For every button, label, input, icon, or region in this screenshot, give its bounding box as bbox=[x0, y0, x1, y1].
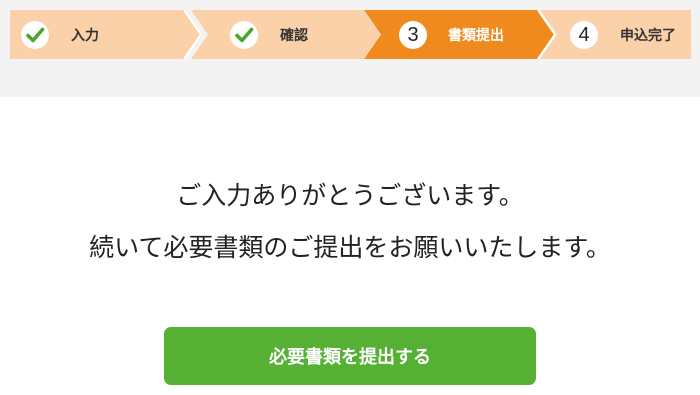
request-line: 続いて必要書類のご提出をお願いいたします。 bbox=[89, 233, 611, 262]
step-label: 申込完了 bbox=[620, 27, 676, 44]
progress-stepper: 入力 確認 3 書類提出 4 申込完了 bbox=[10, 10, 691, 59]
step-document-submission: 3 書類提出 bbox=[364, 10, 555, 59]
step-label: 書類提出 bbox=[448, 27, 504, 44]
step-number-circle: 4 bbox=[570, 20, 598, 49]
submit-documents-button[interactable]: 必要書類を提出する bbox=[164, 327, 536, 385]
check-icon bbox=[26, 27, 45, 42]
thanks-line: ご入力ありがとうございます。 bbox=[176, 181, 524, 210]
check-icon bbox=[235, 27, 254, 42]
step-label: 入力 bbox=[71, 27, 99, 44]
instruction-message: ご入力ありがとうございます。 続いて必要書類のご提出をお願いいたします。 bbox=[0, 170, 700, 274]
step-application-complete: 4 申込完了 bbox=[540, 10, 691, 59]
step-number: 4 bbox=[578, 23, 590, 46]
step-confirm: 確認 bbox=[191, 10, 382, 59]
step-input: 入力 bbox=[10, 10, 201, 59]
step-status-circle bbox=[230, 20, 258, 49]
step-number: 3 bbox=[407, 23, 419, 46]
step-status-circle bbox=[21, 20, 49, 49]
step-label: 確認 bbox=[280, 27, 308, 44]
step-number-circle: 3 bbox=[399, 20, 427, 49]
